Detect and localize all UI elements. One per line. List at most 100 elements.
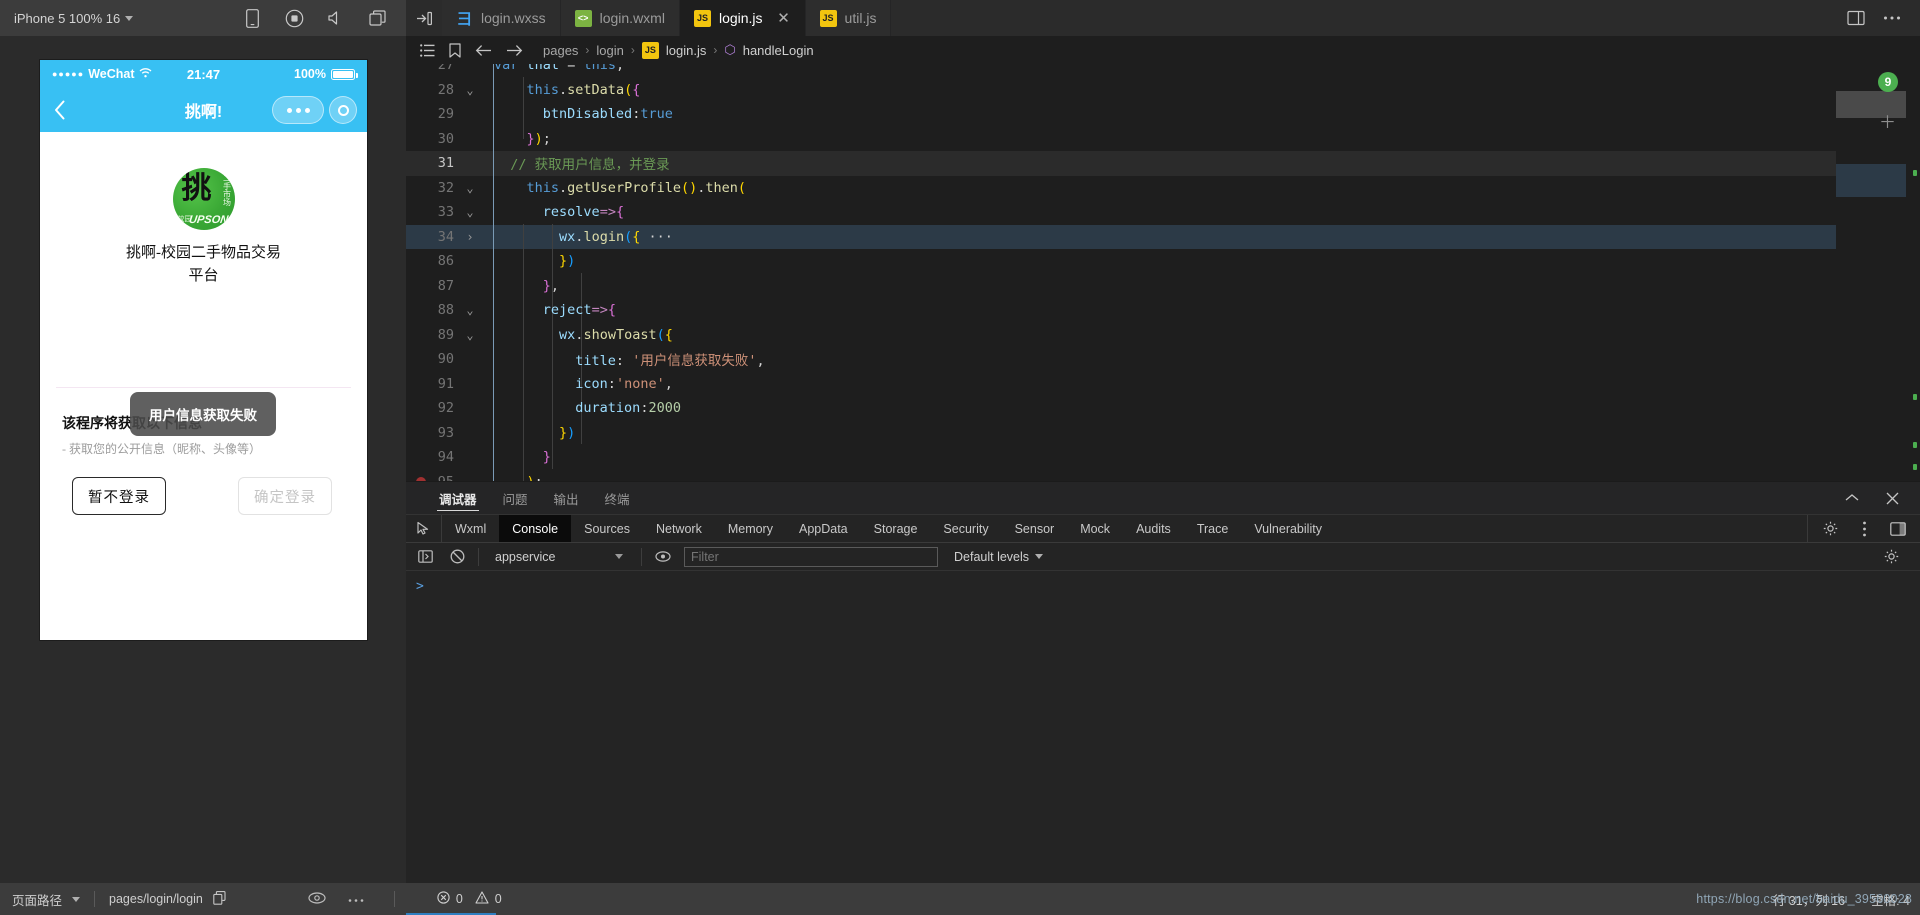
tab-output[interactable]: 输出: [541, 482, 592, 515]
confirm-login-button[interactable]: 确定登录: [238, 477, 332, 515]
status-bar-right: 行 31，列 16 空格: 4 https://blog.csdn.net/ba…: [1696, 890, 1920, 909]
devtools-panel-tabs: 调试器 问题 输出 终端: [406, 481, 1920, 514]
devtools-panel: 调试器 问题 输出 终端 Wxml Console Sources Networ…: [406, 481, 1920, 883]
cube-icon: ⬡: [724, 42, 736, 57]
inspector-tab-security[interactable]: Security: [930, 515, 1001, 542]
console-levels-select[interactable]: Default levels: [954, 549, 1044, 564]
wechat-status-bar: ●●●●● WeChat 21:47 100%: [40, 60, 367, 88]
breadcrumb-item[interactable]: login.js: [666, 43, 706, 58]
fold-chevron-icon[interactable]: ⌄: [462, 181, 478, 195]
inspector-tab-appdata[interactable]: AppData: [786, 515, 861, 542]
open-editors-icon[interactable]: [406, 0, 442, 36]
tab-label: login.wxml: [599, 10, 665, 26]
tab-login-wxml[interactable]: <> login.wxml: [560, 0, 680, 36]
forward-icon[interactable]: [506, 44, 523, 57]
inspector-tab-memory[interactable]: Memory: [715, 515, 786, 542]
gear-icon[interactable]: [1880, 547, 1902, 567]
breadcrumb-item[interactable]: login: [596, 43, 623, 58]
preview-eye-icon[interactable]: [308, 891, 326, 907]
inspector-tab-vulnerability[interactable]: Vulnerability: [1241, 515, 1335, 542]
collapse-panel-icon[interactable]: [1842, 488, 1862, 508]
close-panel-icon[interactable]: [1882, 488, 1902, 508]
close-icon[interactable]: ✕: [777, 9, 791, 27]
console-prompt: >: [416, 579, 424, 594]
phone-frame: ●●●●● WeChat 21:47 100% 挑啊! 挑 二手市场 校园 UP…: [40, 60, 367, 640]
fold-chevron-icon[interactable]: ⌄: [462, 83, 478, 97]
console-sidebar-icon[interactable]: [414, 547, 436, 567]
breadcrumb-item[interactable]: handleLogin: [743, 43, 814, 58]
page-path-label[interactable]: 页面路径: [12, 890, 62, 909]
error-count-badge[interactable]: 9: [1878, 72, 1898, 92]
code-content[interactable]: var that = this; this.setData({ btnDisab…: [484, 64, 1920, 481]
tab-problems[interactable]: 问题: [490, 482, 541, 515]
inspector-tab-network[interactable]: Network: [643, 515, 715, 542]
code-editor[interactable]: 27 28 ⌄ 29 30 31 32 ⌄ 33 ⌄ 34 › 86 87 88 ⌄ 89…: [406, 64, 1920, 481]
inspector-tab-sources[interactable]: Sources: [571, 515, 643, 542]
clear-console-icon[interactable]: [446, 547, 468, 567]
console-context-select[interactable]: appservice: [489, 547, 631, 567]
console-filter-input[interactable]: [684, 546, 938, 567]
error-icon: [437, 891, 450, 907]
diagnostics-counts[interactable]: 0 0: [437, 891, 502, 907]
inspector-tab-mock[interactable]: Mock: [1067, 515, 1123, 542]
copy-window-icon[interactable]: [368, 8, 388, 28]
fold-chevron-icon[interactable]: ⌄: [462, 303, 478, 317]
tab-login-wxss[interactable]: 彐 login.wxss: [442, 0, 561, 36]
breadcrumb-item[interactable]: pages: [543, 43, 578, 58]
tab-label: util.js: [844, 10, 877, 26]
inspector-tab-storage[interactable]: Storage: [861, 515, 931, 542]
wxss-file-icon: 彐: [456, 10, 472, 28]
inspector-tab-sensor[interactable]: Sensor: [1002, 515, 1068, 542]
outline-icon[interactable]: [420, 43, 435, 57]
undock-icon[interactable]: [1888, 519, 1908, 539]
cancel-login-button[interactable]: 暂不登录: [72, 477, 166, 515]
simulator-toolbar-icons: [242, 8, 406, 28]
close-mini-program-icon[interactable]: [329, 96, 357, 124]
chevron-right-icon: ›: [585, 43, 590, 57]
add-icon[interactable]: ＋: [1879, 108, 1896, 133]
editor-scrollbar[interactable]: [1906, 64, 1920, 481]
more-menu-icon[interactable]: [272, 96, 324, 124]
fold-chevron-icon[interactable]: ⌄: [462, 328, 478, 342]
back-icon[interactable]: [475, 44, 492, 57]
line-number: 29: [437, 106, 454, 123]
wifi-icon: [139, 67, 152, 81]
console-output[interactable]: >: [406, 570, 1920, 883]
bookmark-icon[interactable]: [449, 42, 461, 58]
line-number: 86: [437, 253, 454, 270]
live-expression-icon[interactable]: [652, 547, 674, 567]
tab-login-js[interactable]: JS login.js ✕: [679, 0, 806, 36]
mini-program-body: 挑 二手市场 校园 UPSON 挑啊-校园二手物品交易 平台 该程序将获取以下信…: [40, 132, 367, 640]
gear-icon[interactable]: [1820, 519, 1840, 539]
more-actions-icon[interactable]: [1882, 8, 1902, 28]
inspector-tab-console[interactable]: Console: [499, 515, 572, 542]
more-icon[interactable]: [348, 892, 364, 906]
app-root: iPhone 5 100% 16 彐 login.wxss <> login.w…: [0, 0, 1920, 915]
inspector-tab-trace[interactable]: Trace: [1184, 515, 1242, 542]
inspect-element-icon[interactable]: [406, 515, 442, 542]
editor-gutter[interactable]: 27 28 ⌄ 29 30 31 32 ⌄ 33 ⌄ 34 › 86 87 88 ⌄ 89…: [406, 64, 484, 481]
fold-expand-icon[interactable]: ›: [462, 230, 478, 244]
js-file-icon: JS: [693, 9, 711, 27]
phone-icon[interactable]: [242, 8, 262, 28]
js-file-icon: JS: [819, 9, 837, 27]
tab-terminal[interactable]: 终端: [592, 482, 643, 515]
fold-chevron-icon[interactable]: ⌄: [462, 205, 478, 219]
battery-indicator: 100%: [294, 67, 358, 81]
inspector-tab-wxml[interactable]: Wxml: [442, 515, 499, 542]
inspector-tab-audits[interactable]: Audits: [1123, 515, 1184, 542]
battery-percent: 100%: [294, 67, 326, 81]
devtools-menu-icon[interactable]: [1854, 519, 1874, 539]
split-editor-icon[interactable]: [1846, 8, 1866, 28]
breadcrumb: pages › login › JS login.js › ⬡ handleLo…: [406, 36, 1920, 64]
tab-bar-filler: [891, 0, 1828, 36]
device-selector[interactable]: iPhone 5 100% 16: [14, 11, 134, 26]
console-levels-label: Default levels: [954, 549, 1030, 564]
chevron-down-icon: [615, 554, 623, 559]
record-icon[interactable]: [284, 8, 304, 28]
editor-tab-bar: 彐 login.wxss <> login.wxml JS login.js ✕…: [406, 0, 1920, 36]
volume-icon[interactable]: [326, 8, 346, 28]
copy-icon[interactable]: [213, 890, 226, 908]
tab-util-js[interactable]: JS util.js: [805, 0, 892, 36]
tab-debugger[interactable]: 调试器: [426, 482, 490, 515]
